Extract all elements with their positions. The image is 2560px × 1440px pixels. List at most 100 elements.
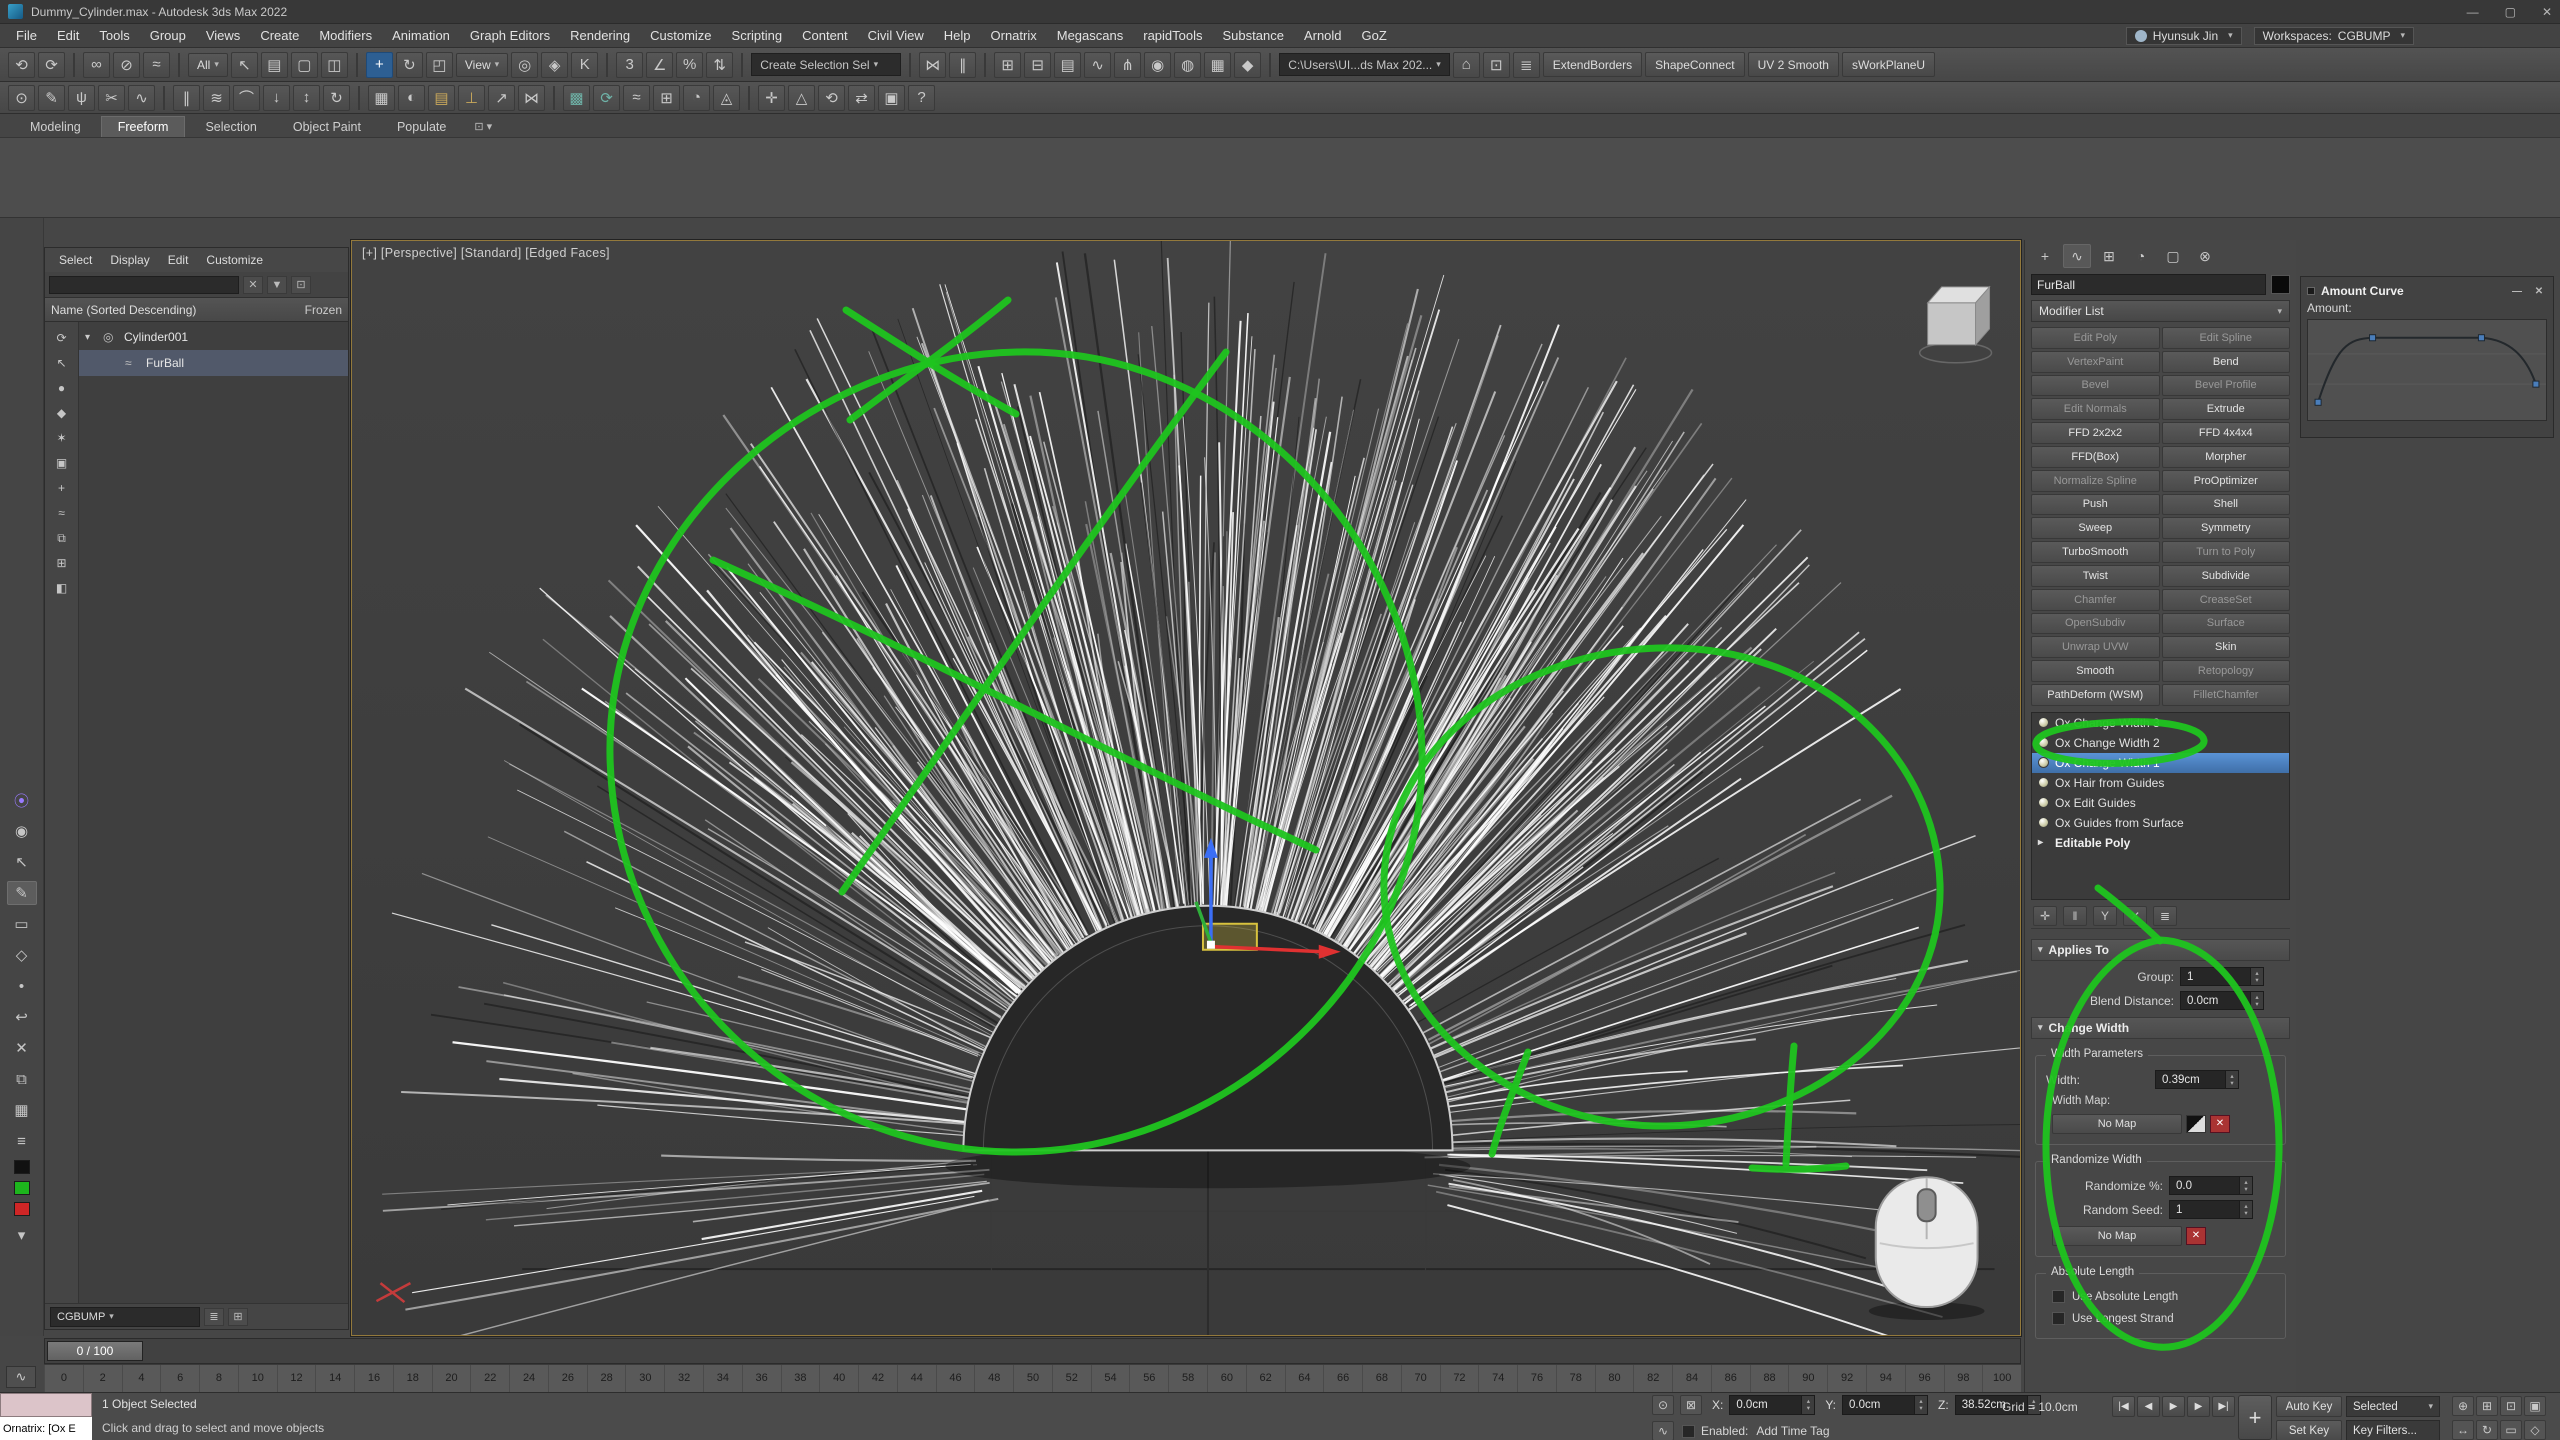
show-end-result-icon[interactable]: ‖ bbox=[2063, 906, 2087, 926]
maximize-button[interactable]: ▢ bbox=[2505, 5, 2516, 19]
select-object-icon[interactable]: ↖ bbox=[231, 52, 258, 78]
modifier-stack-item-editable-poly[interactable]: ▸Editable Poly bbox=[2032, 833, 2289, 853]
set-key-button[interactable]: Set Key bbox=[2276, 1420, 2342, 1440]
modifier-button-extrude[interactable]: Extrude bbox=[2162, 398, 2291, 420]
width-map-button[interactable]: No Map bbox=[2052, 1114, 2182, 1134]
selection-lock-toggle-icon[interactable]: ⊠ bbox=[1680, 1395, 1702, 1415]
menu-create[interactable]: Create bbox=[250, 28, 309, 43]
timeline-tick-30[interactable]: 30 bbox=[625, 1365, 664, 1392]
pencil-icon[interactable]: ✎ bbox=[38, 85, 65, 111]
window-crossing-toggle-icon[interactable]: ◫ bbox=[321, 52, 348, 78]
help-icon[interactable]: ? bbox=[908, 85, 935, 111]
select-by-name-icon[interactable]: ▤ bbox=[261, 52, 288, 78]
delete-icon[interactable]: ✕ bbox=[7, 1036, 37, 1060]
project-folder-icon[interactable]: ⌂ bbox=[1453, 52, 1480, 78]
modifier-stack-item-ox-change-width-1[interactable]: Ox Change Width 1 bbox=[2032, 753, 2289, 773]
explorer-menu-select[interactable]: Select bbox=[51, 253, 100, 267]
timeline-tick-48[interactable]: 48 bbox=[974, 1365, 1013, 1392]
timeline-tick-14[interactable]: 14 bbox=[315, 1365, 354, 1392]
modifier-button-unwrap-uvw[interactable]: Unwrap UVW bbox=[2031, 636, 2160, 658]
modifier-button-ffd-box[interactable]: FFD(Box) bbox=[2031, 446, 2160, 468]
y-coordinate-field[interactable]: 0.0cm ▴▾ bbox=[1842, 1395, 1928, 1415]
timeline-tick-56[interactable]: 56 bbox=[1129, 1365, 1168, 1392]
enabled-checkbox[interactable] bbox=[1682, 1425, 1695, 1438]
timeline-tick-24[interactable]: 24 bbox=[509, 1365, 548, 1392]
reference-coordinate-system-dropdown[interactable]: View▾ bbox=[456, 53, 508, 77]
zoom-region-icon[interactable]: ▭ bbox=[2500, 1420, 2522, 1440]
modifier-button-smooth[interactable]: Smooth bbox=[2031, 660, 2160, 682]
timeline-tick-94[interactable]: 94 bbox=[1866, 1365, 1905, 1392]
angle-snap-toggle-icon[interactable]: ∠ bbox=[646, 52, 673, 78]
timeline-tick-66[interactable]: 66 bbox=[1323, 1365, 1362, 1392]
modifier-button-vertexpaint[interactable]: VertexPaint bbox=[2031, 351, 2160, 373]
group-spinner[interactable]: 1 ▴▾ bbox=[2180, 967, 2264, 986]
dot-tool-icon[interactable]: • bbox=[7, 974, 37, 998]
track-bar[interactable]: 0246810121416182022242628303234363840424… bbox=[44, 1364, 2021, 1392]
select-and-link-icon[interactable]: ∞ bbox=[83, 52, 110, 78]
go-to-start-button[interactable]: |◀ bbox=[2112, 1396, 2135, 1417]
viewport-display-icon[interactable]: ▣ bbox=[878, 85, 905, 111]
modifier-button-chamfer[interactable]: Chamfer bbox=[2031, 589, 2160, 611]
modifier-button-symmetry[interactable]: Symmetry bbox=[2162, 517, 2291, 539]
ribbon-tab-modeling[interactable]: Modeling bbox=[14, 117, 97, 137]
strand-gravity-icon[interactable]: ↓ bbox=[263, 85, 290, 111]
timeline-tick-40[interactable]: 40 bbox=[819, 1365, 858, 1392]
spinner-arrows-icon[interactable]: ▴▾ bbox=[1914, 1396, 1927, 1414]
modifier-button-bevel-profile[interactable]: Bevel Profile bbox=[2162, 375, 2291, 397]
spinner-snap-toggle-icon[interactable]: ⇅ bbox=[706, 52, 733, 78]
convert-icon[interactable]: ⇄ bbox=[848, 85, 875, 111]
modifier-button-push[interactable]: Push bbox=[2031, 494, 2160, 516]
modifier-stack-item-ox-edit-guides[interactable]: Ox Edit Guides bbox=[2032, 793, 2289, 813]
timeline-tick-36[interactable]: 36 bbox=[742, 1365, 781, 1392]
named-selection-sets-combo[interactable]: Create Selection Sel▾ bbox=[751, 53, 901, 76]
clustering-icon[interactable]: ▩ bbox=[563, 85, 590, 111]
spinner-arrows-icon[interactable]: ▴▾ bbox=[2239, 1177, 2252, 1194]
redo-icon[interactable]: ⟳ bbox=[38, 52, 65, 78]
schematic-view-icon[interactable]: ⋔ bbox=[1114, 52, 1141, 78]
menu-megascans[interactable]: Megascans bbox=[1047, 28, 1133, 43]
modify-tab-icon[interactable]: ∿ bbox=[2063, 244, 2091, 268]
menu-animation[interactable]: Animation bbox=[382, 28, 460, 43]
display-tab-icon[interactable]: ▢ bbox=[2159, 244, 2187, 268]
shape-connect-button[interactable]: ShapeConnect bbox=[1645, 52, 1744, 77]
workspaces-dropdown[interactable]: Workspaces: CGBUMP ▾ bbox=[2254, 27, 2414, 45]
spinner-arrows-icon[interactable]: ▴▾ bbox=[2239, 1201, 2252, 1218]
rollup-icon[interactable]: — bbox=[2509, 286, 2525, 297]
toggle-layer-explorer-icon[interactable]: ⊟ bbox=[1024, 52, 1051, 78]
hair-from-guides-icon[interactable]: ≋ bbox=[203, 85, 230, 111]
zoom-all-icon[interactable]: ⊞ bbox=[2476, 1396, 2498, 1416]
timeline-tick-64[interactable]: 64 bbox=[1285, 1365, 1324, 1392]
close-button[interactable]: ✕ bbox=[2542, 5, 2552, 19]
unlink-selection-icon[interactable]: ⊘ bbox=[113, 52, 140, 78]
map-strength-icon[interactable] bbox=[2186, 1115, 2206, 1133]
modifier-button-surface[interactable]: Surface bbox=[2162, 613, 2291, 635]
modifier-button-edit-poly[interactable]: Edit Poly bbox=[2031, 327, 2160, 349]
project-path-combo[interactable]: C:\Users\UI...ds Max 202...▾ bbox=[1279, 53, 1450, 76]
curve-editor-icon[interactable]: ∿ bbox=[1084, 52, 1111, 78]
explorer-sync-icon[interactable]: ⟳ bbox=[49, 328, 75, 348]
previous-frame-button[interactable]: ◀ bbox=[2137, 1396, 2160, 1417]
add-time-tag[interactable]: Add Time Tag bbox=[1756, 1424, 1829, 1438]
uv-2-smooth-button[interactable]: UV 2 Smooth bbox=[1748, 52, 1839, 77]
ribbon-tab-freeform[interactable]: Freeform bbox=[101, 116, 186, 137]
mini-curve-editor-toggle-icon[interactable]: ∿ bbox=[1652, 1421, 1674, 1440]
modifier-stack-item-ox-change-width-3[interactable]: Ox Change Width 3 bbox=[2032, 713, 2289, 733]
timeline-tick-26[interactable]: 26 bbox=[548, 1365, 587, 1392]
explorer-menu-display[interactable]: Display bbox=[102, 253, 157, 267]
orbit-icon[interactable]: ↻ bbox=[2476, 1420, 2498, 1440]
toggle-ribbon-icon[interactable]: ▤ bbox=[1054, 52, 1081, 78]
selected-mode-dropdown[interactable]: Selected ▾ bbox=[2346, 1396, 2440, 1417]
strand-curl-icon[interactable]: ↻ bbox=[323, 85, 350, 111]
menu-views[interactable]: Views bbox=[196, 28, 250, 43]
timeline-tick-46[interactable]: 46 bbox=[936, 1365, 975, 1392]
spinner-arrows-icon[interactable]: ▴▾ bbox=[2250, 968, 2263, 985]
display-geometry-icon[interactable]: ● bbox=[49, 378, 75, 398]
brush-icon[interactable]: ✎ bbox=[7, 881, 37, 905]
visibility-bulb-icon[interactable] bbox=[2038, 777, 2049, 788]
visibility-bulb-icon[interactable] bbox=[2038, 817, 2049, 828]
push-away-icon[interactable]: ↗ bbox=[488, 85, 515, 111]
explorer-menu-customize[interactable]: Customize bbox=[198, 253, 271, 267]
zoom-extents-icon[interactable]: ⊡ bbox=[2500, 1396, 2522, 1416]
modifier-button-filletchamfer[interactable]: FilletChamfer bbox=[2162, 684, 2291, 706]
timeline-tick-58[interactable]: 58 bbox=[1168, 1365, 1207, 1392]
